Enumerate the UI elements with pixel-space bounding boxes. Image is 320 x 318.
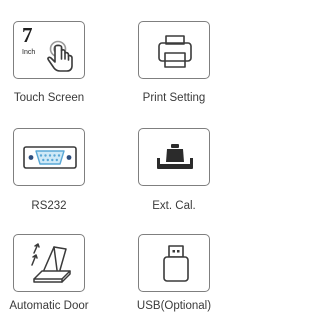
touch-screen-button[interactable]: 7 Inch	[13, 21, 85, 79]
touch-screen-label: Touch Screen	[13, 92, 85, 104]
ext-cal-label: Ext. Cal.	[152, 200, 196, 212]
automatic-door-label: Automatic Door	[9, 300, 89, 312]
usb-button[interactable]	[138, 234, 210, 292]
screen-size-unit: Inch	[22, 49, 36, 56]
automatic-door-button[interactable]	[13, 234, 85, 292]
rs232-label: RS232	[31, 200, 67, 212]
print-setting-label: Print Setting	[142, 92, 206, 104]
print-setting-button[interactable]	[138, 21, 210, 79]
usb-label: USB(Optional)	[136, 300, 212, 312]
screen-size-number: 7	[22, 23, 33, 47]
rs232-button[interactable]	[13, 128, 85, 186]
ext-cal-button[interactable]	[138, 128, 210, 186]
